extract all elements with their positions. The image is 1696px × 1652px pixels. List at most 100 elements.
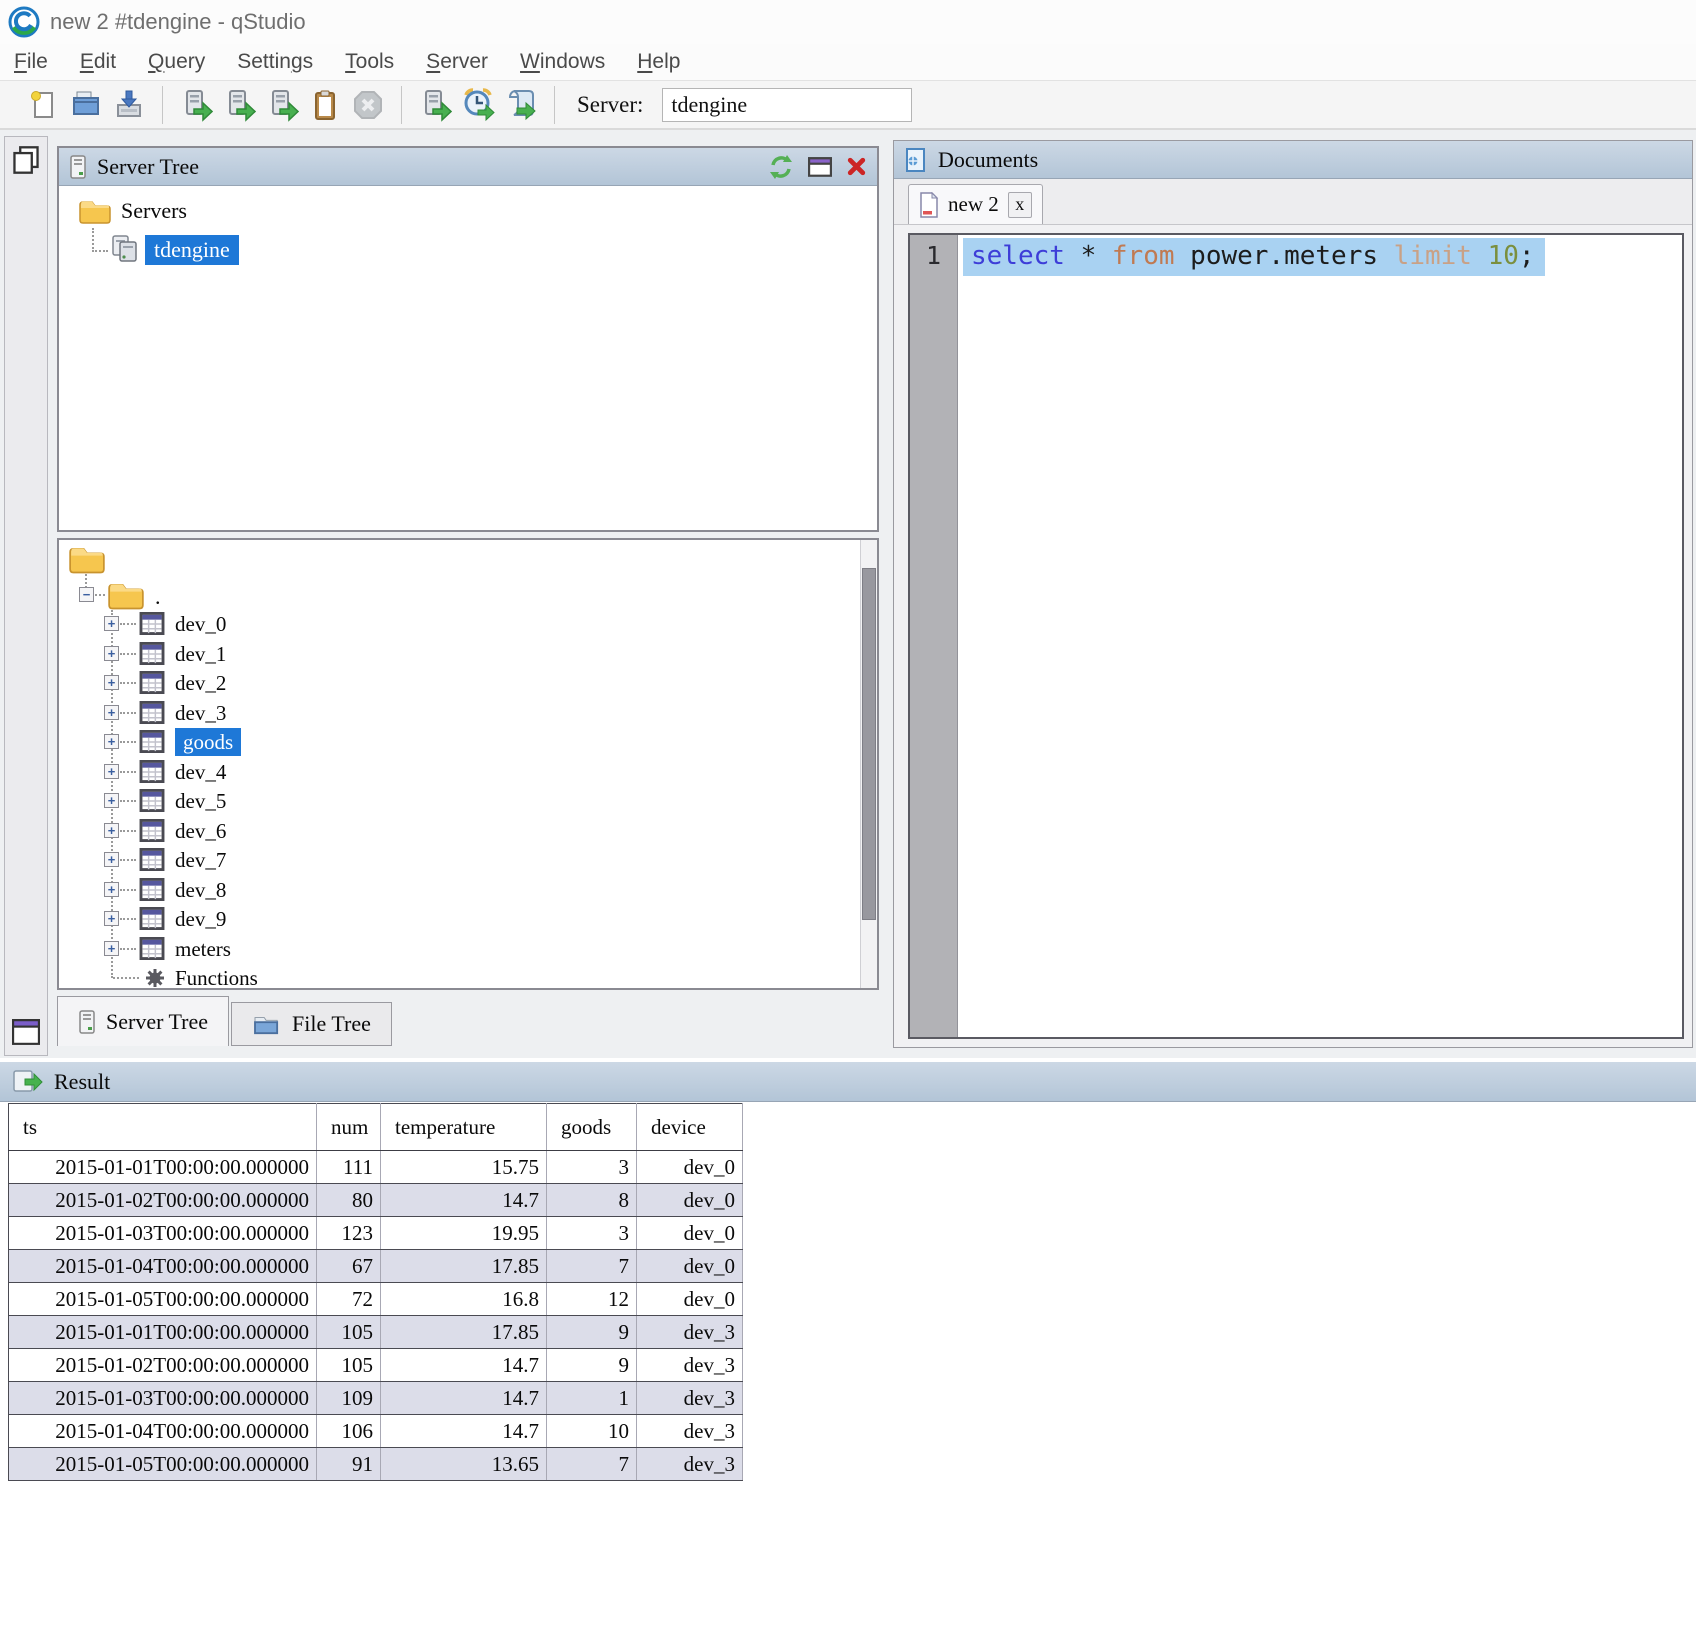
expand-toggle[interactable]: +: [104, 705, 119, 720]
expand-toggle[interactable]: +: [104, 734, 119, 749]
cell-temperature[interactable]: 14.7: [381, 1184, 547, 1217]
server-node-tdengine[interactable]: tdengine: [145, 235, 239, 265]
menu-windows[interactable]: Windows: [520, 50, 605, 74]
expand-toggle[interactable]: +: [104, 823, 119, 838]
menu-file[interactable]: File: [14, 50, 48, 74]
menu-help[interactable]: Help: [637, 50, 680, 74]
cell-temperature[interactable]: 14.7: [381, 1382, 547, 1415]
tree-node-label[interactable]: dev_0: [175, 609, 226, 639]
tree-row-Functions[interactable]: Functions: [59, 963, 839, 990]
expand-toggle[interactable]: +: [104, 941, 119, 956]
menu-settings[interactable]: Settings: [237, 50, 313, 74]
cell-ts[interactable]: 2015-01-01T00:00:00.000000: [9, 1151, 317, 1184]
cell-ts[interactable]: 2015-01-01T00:00:00.000000: [9, 1316, 317, 1349]
column-header-ts[interactable]: ts: [9, 1104, 317, 1151]
tree-row-meters[interactable]: + meters: [59, 934, 839, 964]
file-tree-scrollbar[interactable]: [860, 540, 877, 988]
menu-query[interactable]: Query: [148, 50, 205, 74]
cell-temperature[interactable]: 14.7: [381, 1415, 547, 1448]
cell-temperature[interactable]: 17.85: [381, 1250, 547, 1283]
expand-toggle[interactable]: +: [104, 793, 119, 808]
menu-edit[interactable]: Edit: [80, 50, 116, 74]
execute-current-statement-icon[interactable]: [222, 88, 256, 122]
cell-num[interactable]: 111: [317, 1151, 381, 1184]
close-panel-icon[interactable]: [846, 156, 867, 177]
tab-file-tree[interactable]: File Tree: [231, 1002, 392, 1046]
new-document-icon[interactable]: [26, 88, 60, 122]
tree-node-label[interactable]: dev_1: [175, 639, 226, 669]
cell-num[interactable]: 67: [317, 1250, 381, 1283]
cell-ts[interactable]: 2015-01-03T00:00:00.000000: [9, 1382, 317, 1415]
cell-goods[interactable]: 12: [547, 1283, 637, 1316]
server-combo[interactable]: [662, 88, 912, 122]
tree-node-label[interactable]: dev_6: [175, 816, 226, 846]
tree-row-dev_1[interactable]: + dev_1: [59, 639, 839, 669]
cell-device[interactable]: dev_0: [637, 1151, 743, 1184]
tree-node-label[interactable]: dev_2: [175, 668, 226, 698]
tree-row-dev_6[interactable]: + dev_6: [59, 816, 839, 846]
execute-selection-icon[interactable]: [265, 88, 299, 122]
cell-goods[interactable]: 1: [547, 1382, 637, 1415]
tree-row-dev_4[interactable]: + dev_4: [59, 757, 839, 787]
cell-device[interactable]: dev_0: [637, 1184, 743, 1217]
cell-temperature[interactable]: 16.8: [381, 1283, 547, 1316]
stop-query-icon[interactable]: [351, 88, 385, 122]
cell-temperature[interactable]: 13.65: [381, 1448, 547, 1481]
sql-editor[interactable]: 1 select * from power.meters limit 10;: [908, 233, 1684, 1039]
tree-row-dev_9[interactable]: +dev_9: [59, 904, 839, 934]
maximize-panel-icon[interactable]: [808, 157, 832, 177]
cell-temperature[interactable]: 15.75: [381, 1151, 547, 1184]
tree-node-label[interactable]: dev_5: [175, 786, 226, 816]
tree-row-dev_0[interactable]: +dev_0: [59, 609, 839, 639]
cell-goods[interactable]: 9: [547, 1316, 637, 1349]
expand-toggle[interactable]: +: [104, 764, 119, 779]
cell-device[interactable]: dev_0: [637, 1217, 743, 1250]
expand-toggle[interactable]: +: [104, 852, 119, 867]
column-header-goods[interactable]: goods: [547, 1104, 637, 1151]
expand-toggle[interactable]: +: [104, 882, 119, 897]
servers-root-node[interactable]: Servers: [121, 198, 187, 224]
run-script-icon[interactable]: [504, 88, 538, 122]
save-file-icon[interactable]: [112, 88, 146, 122]
cell-num[interactable]: 105: [317, 1349, 381, 1382]
database-root-node[interactable]: .: [155, 584, 161, 610]
expand-toggle[interactable]: +: [104, 675, 119, 690]
cell-num[interactable]: 106: [317, 1415, 381, 1448]
cell-num[interactable]: 91: [317, 1448, 381, 1481]
restore-windows-icon[interactable]: [11, 145, 41, 175]
cell-device[interactable]: dev_3: [637, 1316, 743, 1349]
expand-toggle[interactable]: +: [104, 911, 119, 926]
cell-num[interactable]: 109: [317, 1382, 381, 1415]
column-header-device[interactable]: device: [637, 1104, 743, 1151]
cell-num[interactable]: 123: [317, 1217, 381, 1250]
cell-temperature[interactable]: 14.7: [381, 1349, 547, 1382]
cell-ts[interactable]: 2015-01-05T00:00:00.000000: [9, 1283, 317, 1316]
close-tab-button[interactable]: x: [1008, 192, 1032, 218]
cell-goods[interactable]: 8: [547, 1184, 637, 1217]
menu-tools[interactable]: Tools: [345, 50, 394, 74]
cell-device[interactable]: dev_0: [637, 1250, 743, 1283]
tree-row-goods[interactable]: + goods: [59, 727, 839, 757]
column-header-num[interactable]: num: [317, 1104, 381, 1151]
tree-row-dev_3[interactable]: + dev_3: [59, 698, 839, 728]
cell-temperature[interactable]: 19.95: [381, 1217, 547, 1250]
tree-node-label[interactable]: dev_4: [175, 757, 226, 787]
schedule-query-icon[interactable]: [461, 88, 495, 122]
tree-node-label[interactable]: goods: [175, 728, 241, 756]
cell-device[interactable]: dev_3: [637, 1415, 743, 1448]
tree-node-label[interactable]: dev_8: [175, 875, 226, 905]
cell-ts[interactable]: 2015-01-04T00:00:00.000000: [9, 1250, 317, 1283]
expand-toggle[interactable]: +: [104, 646, 119, 661]
execute-query-icon[interactable]: [179, 88, 213, 122]
cell-num[interactable]: 72: [317, 1283, 381, 1316]
column-header-temperature[interactable]: temperature: [381, 1104, 547, 1151]
sql-statement[interactable]: select * from power.meters limit 10;: [963, 238, 1545, 276]
cell-goods[interactable]: 3: [547, 1151, 637, 1184]
tree-row-dev_8[interactable]: + dev_8: [59, 875, 839, 905]
tree-node-label[interactable]: meters: [175, 934, 231, 964]
tree-row-dev_7[interactable]: +dev_7: [59, 845, 839, 875]
tab-server-tree[interactable]: Server Tree: [57, 996, 229, 1046]
cell-device[interactable]: dev_0: [637, 1283, 743, 1316]
tree-node-label[interactable]: dev_3: [175, 698, 226, 728]
cell-temperature[interactable]: 17.85: [381, 1316, 547, 1349]
